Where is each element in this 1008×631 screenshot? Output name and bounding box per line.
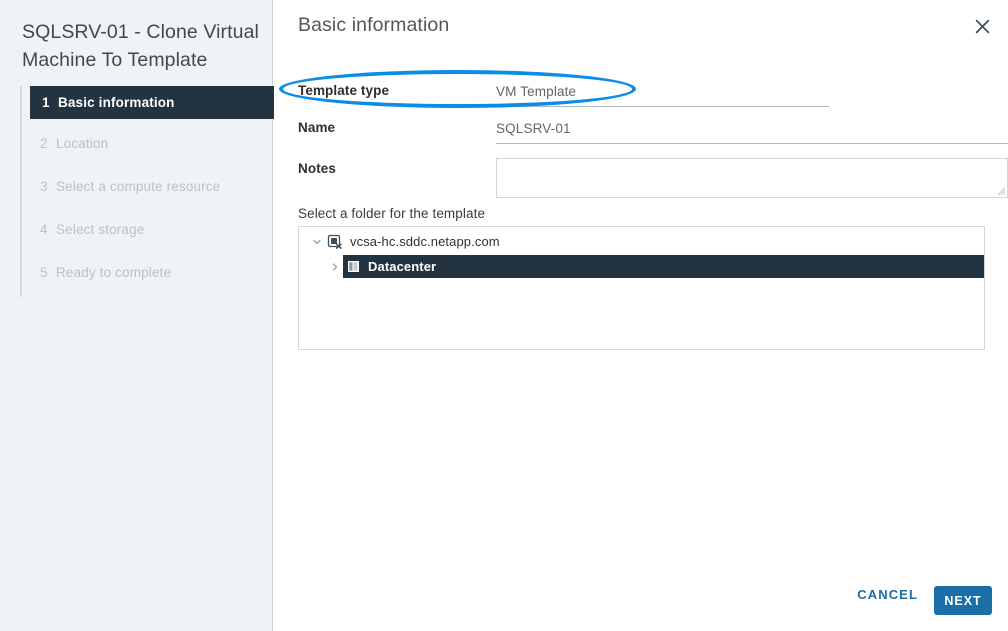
field-row-name: Name SQLSRV-01 — [298, 119, 1008, 147]
page-title: Basic information — [298, 14, 450, 36]
sidebar-step-ready-to-complete[interactable]: 5 Ready to complete — [22, 254, 274, 291]
wizard-title: SQLSRV-01 - Clone Virtual Machine To Tem… — [22, 21, 259, 71]
tree-node-label: Datacenter — [368, 259, 437, 274]
step-label: Basic information — [58, 95, 175, 110]
folder-tree-caption: Select a folder for the template — [298, 206, 486, 221]
step-label: Location — [56, 136, 109, 151]
name-input-underline — [496, 143, 1008, 144]
notes-textarea[interactable] — [496, 158, 1008, 198]
template-type-underline — [496, 106, 829, 107]
step-number: 3 — [40, 179, 48, 194]
step-number: 4 — [40, 222, 48, 237]
template-type-value[interactable]: VM Template — [496, 84, 576, 99]
step-number: 1 — [42, 95, 50, 110]
name-input[interactable]: SQLSRV-01 — [496, 121, 571, 136]
tree-node-datacenter[interactable]: Datacenter — [299, 255, 984, 278]
folder-tree-panel[interactable]: vcsa-hc.sddc.netapp.com Datacenter — [298, 226, 985, 350]
name-label: Name — [298, 120, 336, 135]
tree-node-vcenter[interactable]: vcsa-hc.sddc.netapp.com — [299, 230, 984, 253]
cancel-button[interactable]: CANCEL — [853, 581, 922, 608]
sidebar-step-select-storage[interactable]: 4 Select storage — [22, 211, 274, 248]
resize-handle-icon[interactable] — [996, 186, 1006, 196]
step-label: Select storage — [56, 222, 145, 237]
sidebar-step-basic-information[interactable]: 1 Basic information — [30, 86, 276, 119]
vcenter-icon — [325, 234, 345, 250]
clone-vm-to-template-wizard: SQLSRV-01 - Clone Virtual Machine To Tem… — [0, 0, 1008, 631]
chevron-right-icon[interactable] — [327, 262, 343, 272]
step-label: Ready to complete — [56, 265, 172, 280]
wizard-step-list: 1 Basic information 2 Location 3 Select … — [20, 86, 276, 297]
step-number: 2 — [40, 136, 48, 151]
datacenter-icon — [343, 259, 363, 274]
notes-label: Notes — [298, 161, 337, 176]
step-label: Select a compute resource — [56, 179, 221, 194]
sidebar-step-select-compute-resource[interactable]: 3 Select a compute resource — [22, 168, 274, 205]
chevron-down-icon[interactable] — [309, 237, 325, 247]
tree-node-selection — [343, 255, 984, 278]
next-button[interactable]: NEXT — [934, 586, 992, 615]
sidebar-step-location[interactable]: 2 Location — [22, 125, 274, 162]
template-type-label: Template type — [298, 83, 390, 98]
close-icon[interactable] — [966, 10, 998, 42]
wizard-sidebar: SQLSRV-01 - Clone Virtual Machine To Tem… — [0, 0, 276, 631]
wizard-main-panel: Basic information Template type VM Templ… — [274, 0, 1008, 631]
step-number: 5 — [40, 265, 48, 280]
field-row-template-type: Template type VM Template — [298, 82, 1008, 110]
tree-node-label: vcsa-hc.sddc.netapp.com — [350, 234, 500, 249]
